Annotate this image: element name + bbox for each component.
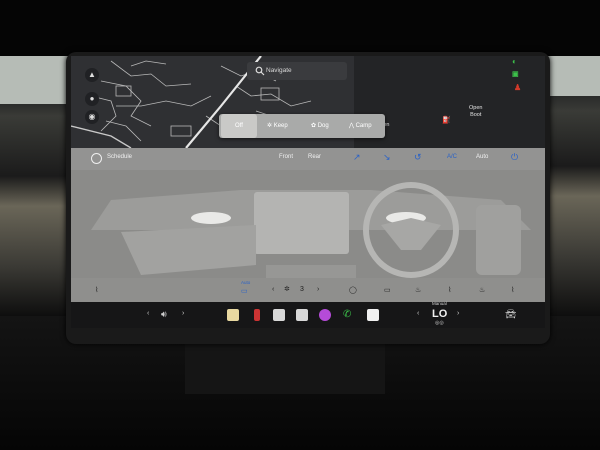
calendar-app-icon[interactable]: [296, 309, 308, 321]
seat-heater-left-icon[interactable]: ⌇: [95, 286, 98, 294]
tent-icon: ⋀: [349, 123, 356, 129]
energy-app-icon[interactable]: [227, 309, 239, 321]
volume-decrease-button[interactable]: ‹: [147, 310, 149, 317]
fan-increase-button[interactable]: ›: [317, 286, 319, 293]
clock-icon: [91, 153, 102, 164]
cabin-render: [71, 170, 545, 288]
seatbelt-icon: ♟: [514, 83, 522, 92]
keep-label: Keep: [273, 123, 288, 129]
recirculate-icon[interactable]: ↺: [414, 152, 422, 163]
temperature-value[interactable]: LO: [432, 308, 447, 320]
compass-icon[interactable]: ▲: [85, 68, 99, 82]
navigate-search[interactable]: Navigate: [247, 62, 347, 80]
recenter-icon[interactable]: ◉: [85, 110, 99, 124]
power-icon[interactable]: ⏻: [511, 152, 518, 163]
fan-icon: ✲: [284, 286, 290, 293]
toybox-icon[interactable]: [254, 309, 260, 321]
dashcam-app-icon[interactable]: [273, 309, 285, 321]
background-top: [0, 0, 600, 56]
touchscreen: ▲ ● ◉ Navigate ◐ ▣ ♟ Open Open Boot ⛽ Of…: [71, 56, 545, 328]
fan-control-strip: ⌇ Auto ▭ ‹ ✲ 3 › ◯ ▭ ♨ ⌇ ♨ ⌇: [71, 278, 545, 302]
airflow-face-icon[interactable]: ↗: [353, 152, 361, 163]
cabin-illustration: [71, 170, 545, 288]
airflow-feet-icon[interactable]: ↘: [383, 152, 391, 163]
climate-controls-row: Schedule Front Rear ↗ ↘ ↺ A/C Auto ⏻: [71, 148, 545, 170]
boot-sub-label: Boot: [470, 112, 482, 118]
keep-off-label: Off: [235, 123, 243, 129]
background-right: [546, 56, 600, 316]
fan-mode-icon[interactable]: ▭: [241, 287, 248, 295]
car-icon[interactable]: 🚘︎: [505, 309, 516, 320]
dog-mode-option[interactable]: ✿ Dog: [311, 114, 329, 138]
lights-indicator-icon: ▣: [512, 71, 519, 78]
boot-open-button[interactable]: Open Boot: [469, 105, 482, 119]
boot-open-label: Open: [469, 105, 483, 111]
climate-icon: ◎◎: [435, 320, 444, 326]
front-defrost-button[interactable]: Front: [279, 154, 293, 160]
volume-increase-button[interactable]: ›: [182, 310, 184, 317]
headlights-icon: ◐: [512, 57, 517, 66]
fan-speed-value: 3: [300, 286, 304, 293]
fan-decrease-button[interactable]: ‹: [272, 286, 274, 293]
wiper-defrost-icon[interactable]: ▭: [384, 286, 391, 294]
search-icon: [255, 66, 265, 76]
seat-heater-right-icon[interactable]: ⌇: [448, 286, 451, 294]
camp-label: Camp: [355, 123, 372, 129]
dog-label: Dog: [317, 123, 329, 129]
fan-auto-label: Auto: [241, 280, 251, 285]
charge-port-icon[interactable]: ⛽: [442, 116, 451, 124]
keep-climate-option[interactable]: ✲ Keep: [267, 114, 288, 138]
climate-manual-label: Manual: [432, 301, 447, 306]
keep-off-option[interactable]: Off: [221, 114, 257, 138]
climate-keep-menu: Off ✲ Keep ✿ Dog ⋀ Camp: [219, 114, 385, 138]
rear-seat-heater-icon[interactable]: ♨: [479, 286, 485, 294]
background-left: [0, 56, 70, 316]
temp-increase-button[interactable]: ›: [457, 310, 459, 317]
ac-button[interactable]: A/C: [447, 154, 457, 160]
screen-mount: [185, 344, 385, 394]
navigate-placeholder: Navigate: [266, 67, 292, 74]
location-pin-icon[interactable]: ●: [85, 92, 99, 106]
rear-defrost-button[interactable]: Rear: [308, 154, 321, 160]
fan-icon: ✲: [267, 123, 274, 129]
taskbar: ‹ 🔊︎ › ✆ ‹ Manual LO ◎◎ › 🚘︎: [71, 301, 545, 328]
notes-app-icon[interactable]: [367, 309, 379, 321]
paw-icon: ✿: [311, 123, 318, 129]
phone-app-icon[interactable]: ✆: [343, 309, 355, 321]
steering-heater-icon[interactable]: ◯: [349, 286, 357, 294]
rear-seat-right-icon[interactable]: ⌇: [511, 286, 514, 294]
temp-decrease-button[interactable]: ‹: [417, 310, 419, 317]
auto-climate-button[interactable]: Auto: [476, 154, 488, 160]
schedule-button[interactable]: Schedule: [107, 154, 132, 160]
camp-mode-option[interactable]: ⋀ Camp: [349, 114, 372, 138]
seat-heater-icon[interactable]: ♨: [415, 286, 421, 294]
speaker-icon[interactable]: 🔊︎: [161, 309, 167, 320]
media-app-icon[interactable]: [319, 309, 331, 321]
